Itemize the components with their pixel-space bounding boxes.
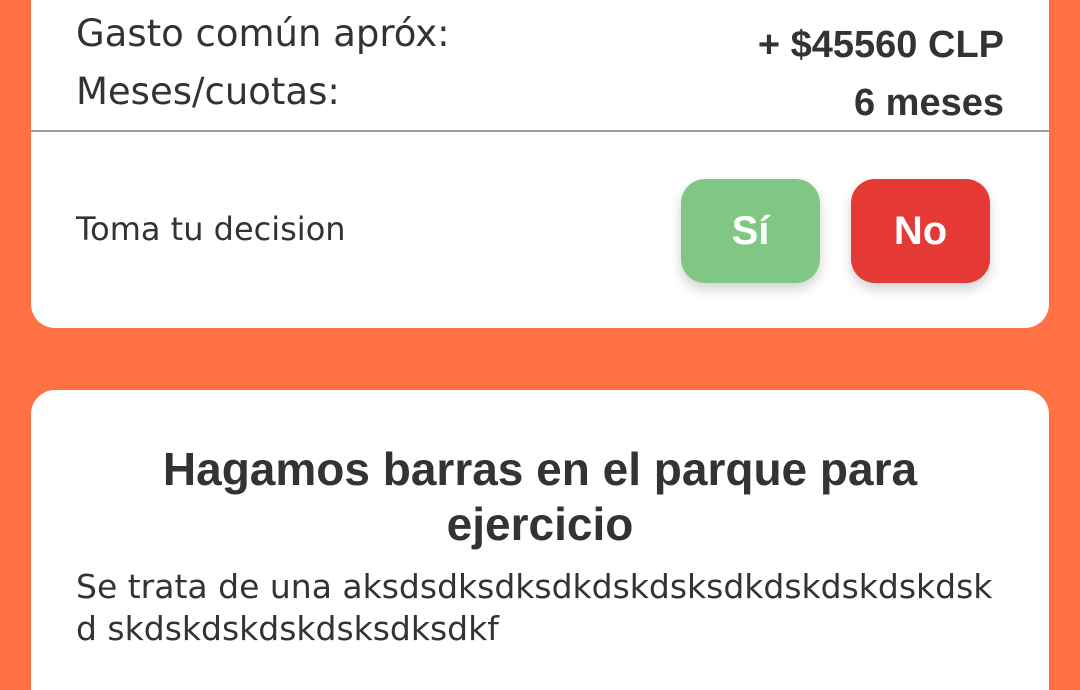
offer-card: Gasto común apróx: + $45560 CLP Meses/cu… xyxy=(31,0,1049,328)
divider xyxy=(31,130,1049,132)
common-expense-value: + $45560 CLP xyxy=(757,24,1004,66)
activity-title: Hagamos barras en el parque para ejercic… xyxy=(162,443,918,550)
common-expense-label: Gasto común apróx: xyxy=(76,12,450,55)
decision-prompt: Toma tu decision xyxy=(76,210,346,248)
no-button[interactable]: No xyxy=(851,179,990,283)
months-installments-value: 6 meses xyxy=(853,82,1004,124)
yes-button[interactable]: Sí xyxy=(681,179,820,283)
activity-description: Se trata de una aksdsdksdksdkdskdsksdkds… xyxy=(76,567,993,648)
activity-card: Hagamos barras en el parque para ejercic… xyxy=(31,390,1049,690)
months-installments-label: Meses/cuotas: xyxy=(76,70,340,113)
